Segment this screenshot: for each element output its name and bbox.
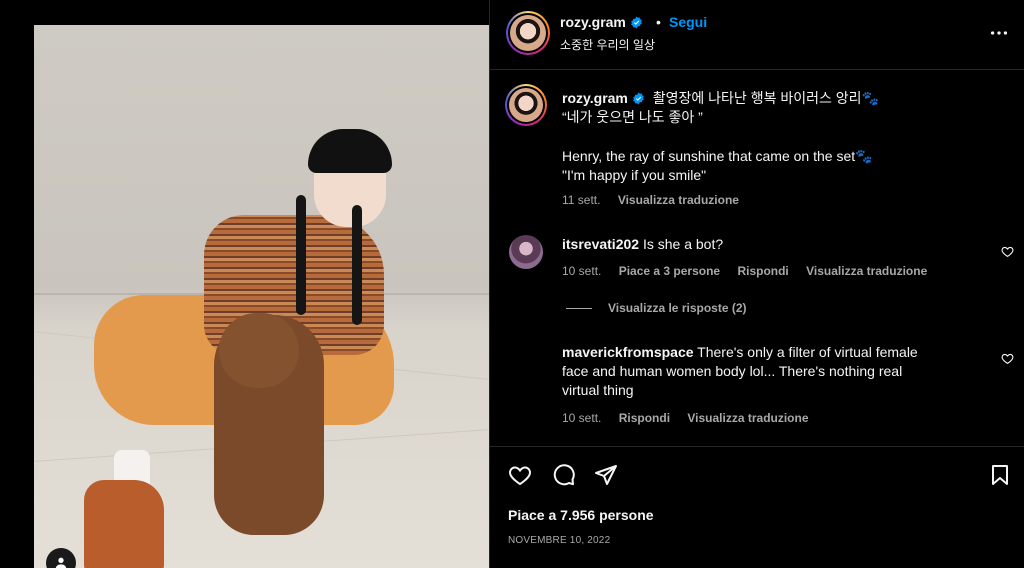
comment-time[interactable]: 10 sett. <box>562 411 601 425</box>
replies-dash <box>566 308 592 310</box>
comment-text-continued: virtual thing <box>562 382 634 398</box>
comment-time[interactable]: 10 sett. <box>562 264 601 278</box>
caption-text-korean: 촬영장에 나타난 행복 바이러스 앙리🐾 <box>652 90 879 106</box>
photo-dog-head <box>219 313 299 388</box>
comment-text: There's only a filter of virtual female <box>697 344 918 360</box>
comment-translate-link[interactable]: Visualizza traduzione <box>687 411 808 425</box>
post-details-panel: rozy.gram • Segui 소중한 우리의 일상 rozy.gram 촬… <box>489 0 1024 568</box>
more-horizontal-icon[interactable] <box>988 22 1010 44</box>
verified-badge-icon <box>633 92 644 105</box>
verified-badge-icon <box>631 16 642 29</box>
comments-list[interactable]: rozy.gram 촬영장에 나타난 행복 바이러스 앙리🐾 “네가 웃으면 나… <box>490 71 1024 445</box>
photo-person-braid <box>296 195 306 315</box>
comment-reply-link[interactable]: Rispondi <box>737 264 788 278</box>
comment-meta: 10 sett. Rispondi Visualizza traduzione <box>562 411 823 425</box>
caption-quote-english: "I'm happy if you smile" <box>562 167 707 183</box>
author-username[interactable]: rozy.gram <box>560 14 643 30</box>
caption-translate-link[interactable]: Visualizza traduzione <box>618 193 739 207</box>
post-photo[interactable] <box>34 25 489 568</box>
comment-bubble-icon[interactable] <box>552 463 576 487</box>
post-date: NOVEMBRE 10, 2022 <box>508 535 611 546</box>
view-replies-label[interactable]: Visualizza le risposte (2) <box>608 301 747 315</box>
post-media-area <box>0 0 489 568</box>
post-likes-count[interactable]: Piace a 7.956 persone <box>508 507 654 523</box>
comment-meta: 10 sett. Piace a 3 persone Rispondi Visu… <box>562 264 941 278</box>
header-subtitle: 소중한 우리의 일상 <box>560 38 655 52</box>
user-icon <box>55 557 67 568</box>
post-header: rozy.gram • Segui 소중한 우리의 일상 <box>490 0 1024 70</box>
author-avatar[interactable] <box>506 11 550 55</box>
share-paper-plane-icon[interactable] <box>594 463 618 487</box>
comment-like-heart-icon[interactable] <box>1001 245 1014 258</box>
commenter-username[interactable]: maverickfromspace <box>562 344 694 360</box>
header-separator: • <box>656 14 661 30</box>
commenter-avatar[interactable] <box>509 235 543 269</box>
comment-like-heart-icon[interactable] <box>1001 352 1014 365</box>
author-username-text[interactable]: rozy.gram <box>560 14 626 30</box>
photo-person-shoe <box>84 480 164 568</box>
caption-meta: 11 sett. Visualizza traduzione <box>562 193 753 207</box>
comment-text-continued: face and human women body lol... There's… <box>562 363 903 379</box>
caption-time[interactable]: 11 sett. <box>562 193 600 207</box>
comment-reply-link[interactable]: Rispondi <box>619 411 670 425</box>
caption-author-avatar[interactable] <box>505 84 547 126</box>
save-bookmark-icon[interactable] <box>988 463 1012 487</box>
comment-translate-link[interactable]: Visualizza traduzione <box>806 264 927 278</box>
caption-quote-korean: “네가 웃으면 나도 좋아 ” <box>562 109 703 125</box>
photo-person-hair <box>308 129 392 173</box>
photo-person-braid <box>352 205 362 325</box>
caption-text-english: Henry, the ray of sunshine that came on … <box>562 148 873 164</box>
comment-text: Is she a bot? <box>642 236 724 252</box>
caption-first-line: rozy.gram 촬영장에 나타난 행복 바이러스 앙리🐾 <box>562 89 879 108</box>
like-heart-icon[interactable] <box>508 463 532 487</box>
view-replies-button[interactable]: Visualizza le risposte (2) <box>566 301 747 315</box>
follow-button[interactable]: Segui <box>669 14 707 30</box>
commenter-username[interactable]: itsrevati202 <box>562 236 639 252</box>
comment-body: itsrevati202 Is she a bot? <box>562 235 723 254</box>
caption-username[interactable]: rozy.gram <box>562 90 628 106</box>
comment-likes-link[interactable]: Piace a 3 persone <box>619 264 720 278</box>
comment-body: maverickfromspace There's only a filter … <box>562 343 918 362</box>
post-actions: Piace a 7.956 persone NOVEMBRE 10, 2022 <box>490 446 1024 568</box>
